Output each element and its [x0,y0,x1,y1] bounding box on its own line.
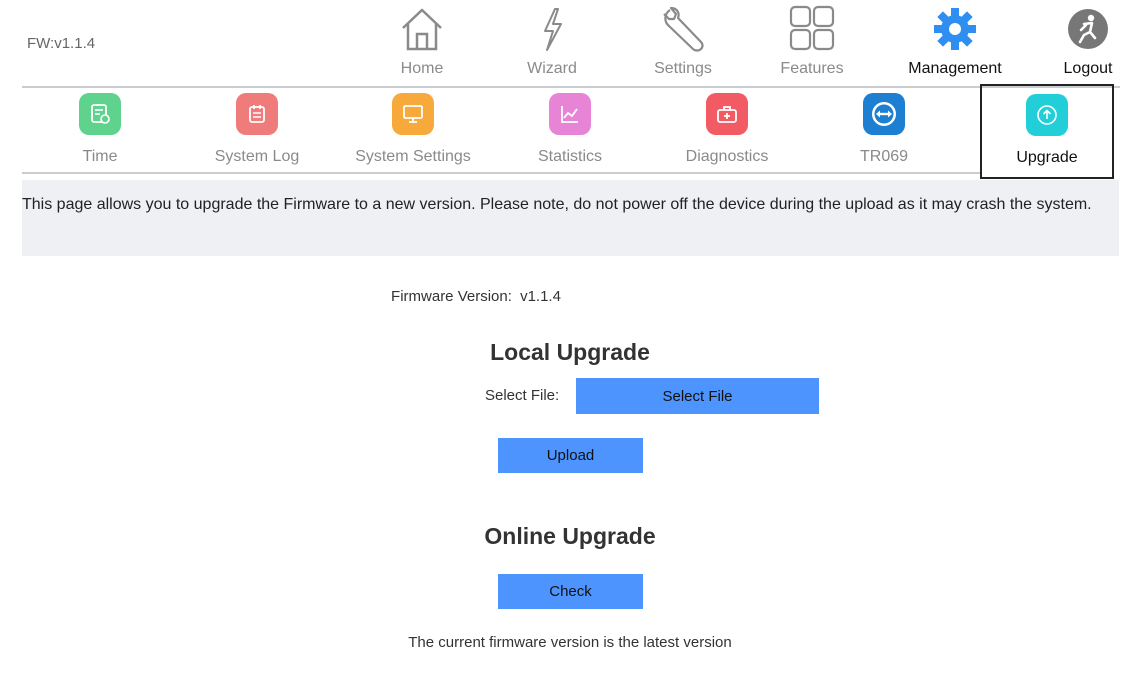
sub-nav-label: System Log [214,148,300,165]
wizard-icon [544,8,562,51]
top-nav-label: Features [780,60,844,77]
top-nav-label: Home [400,60,444,77]
select-file-label: Select File: [485,387,560,404]
sub-nav-system-settings[interactable]: System Settings [348,91,478,171]
tr069-icon [863,93,905,135]
sub-nav-label: Statistics [537,148,602,165]
top-nav-wizard[interactable]: Wizard [497,4,607,84]
online-upgrade-title: Online Upgrade [484,523,656,549]
top-nav-divider [22,86,1120,88]
top-nav-home[interactable]: Home [367,4,477,84]
sub-nav-time[interactable]: Time [35,91,165,171]
logout-icon [1068,9,1108,49]
select-file-button[interactable]: Select File [576,378,819,414]
top-nav-settings[interactable]: Settings [628,4,738,84]
fw-version-label: FW:v1.1.4 [27,35,96,52]
top-nav-features[interactable]: Features [757,4,867,84]
wrench-icon [663,6,704,52]
sub-nav-label: System Settings [355,148,471,165]
grid-icon [789,5,835,51]
top-nav-logout[interactable]: Logout [1033,4,1143,84]
upgrade-status-text: The current firmware version is the late… [408,634,732,651]
local-upgrade-title: Local Upgrade [490,339,650,365]
sub-nav-label: Time [82,148,118,165]
upgrade-page: FW:v1.1.4 Home Wizard Settings Features [0,0,1148,682]
gear-icon [934,8,976,50]
upgrade-icon [1026,94,1068,136]
top-nav-label: Wizard [527,60,577,77]
sub-nav-label: Upgrade [1016,149,1078,166]
sub-nav-label: Diagnostics [685,148,769,165]
sub-nav-statistics[interactable]: Statistics [505,91,635,171]
firmware-version-label: Firmware Version: [391,288,512,305]
chart-icon [549,93,591,135]
time-icon [79,93,121,135]
upload-button[interactable]: Upload [498,438,643,473]
info-text: This page allows you to upgrade the Firm… [22,196,1092,213]
top-nav-management[interactable]: Management [900,4,1010,84]
firmware-version-line: Firmware Version: v1.1.4 [0,288,1148,305]
top-nav-label: Management [908,60,1002,77]
home-icon [402,8,442,51]
sub-nav-diagnostics[interactable]: Diagnostics [662,91,792,171]
sub-nav-system-log[interactable]: System Log [192,91,322,171]
toolbox-icon [706,93,748,135]
top-nav-label: Logout [1063,60,1113,77]
sub-nav-label: TR069 [859,148,909,165]
system-log-icon [236,93,278,135]
top-nav-label: Settings [654,60,712,77]
sub-nav-upgrade[interactable]: Upgrade [980,84,1114,179]
sub-nav-divider [22,172,980,174]
check-button[interactable]: Check [498,574,643,609]
sub-nav-tr069[interactable]: TR069 [819,91,949,171]
monitor-icon [392,93,434,135]
firmware-version-value: v1.1.4 [520,288,561,305]
